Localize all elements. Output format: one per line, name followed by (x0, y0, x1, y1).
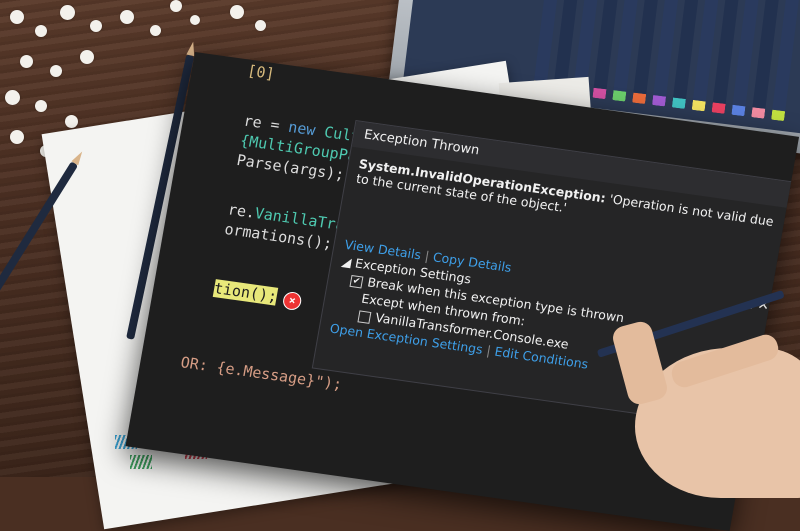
error-icon[interactable]: × (281, 290, 303, 312)
module-checkbox[interactable] (357, 309, 372, 324)
hand-holding-pencil (610, 318, 800, 498)
code-line-highlighted[interactable]: tion(); (212, 279, 279, 306)
code-fragment: [0] (245, 61, 276, 84)
break-checkbox[interactable]: ✔ (349, 274, 364, 288)
